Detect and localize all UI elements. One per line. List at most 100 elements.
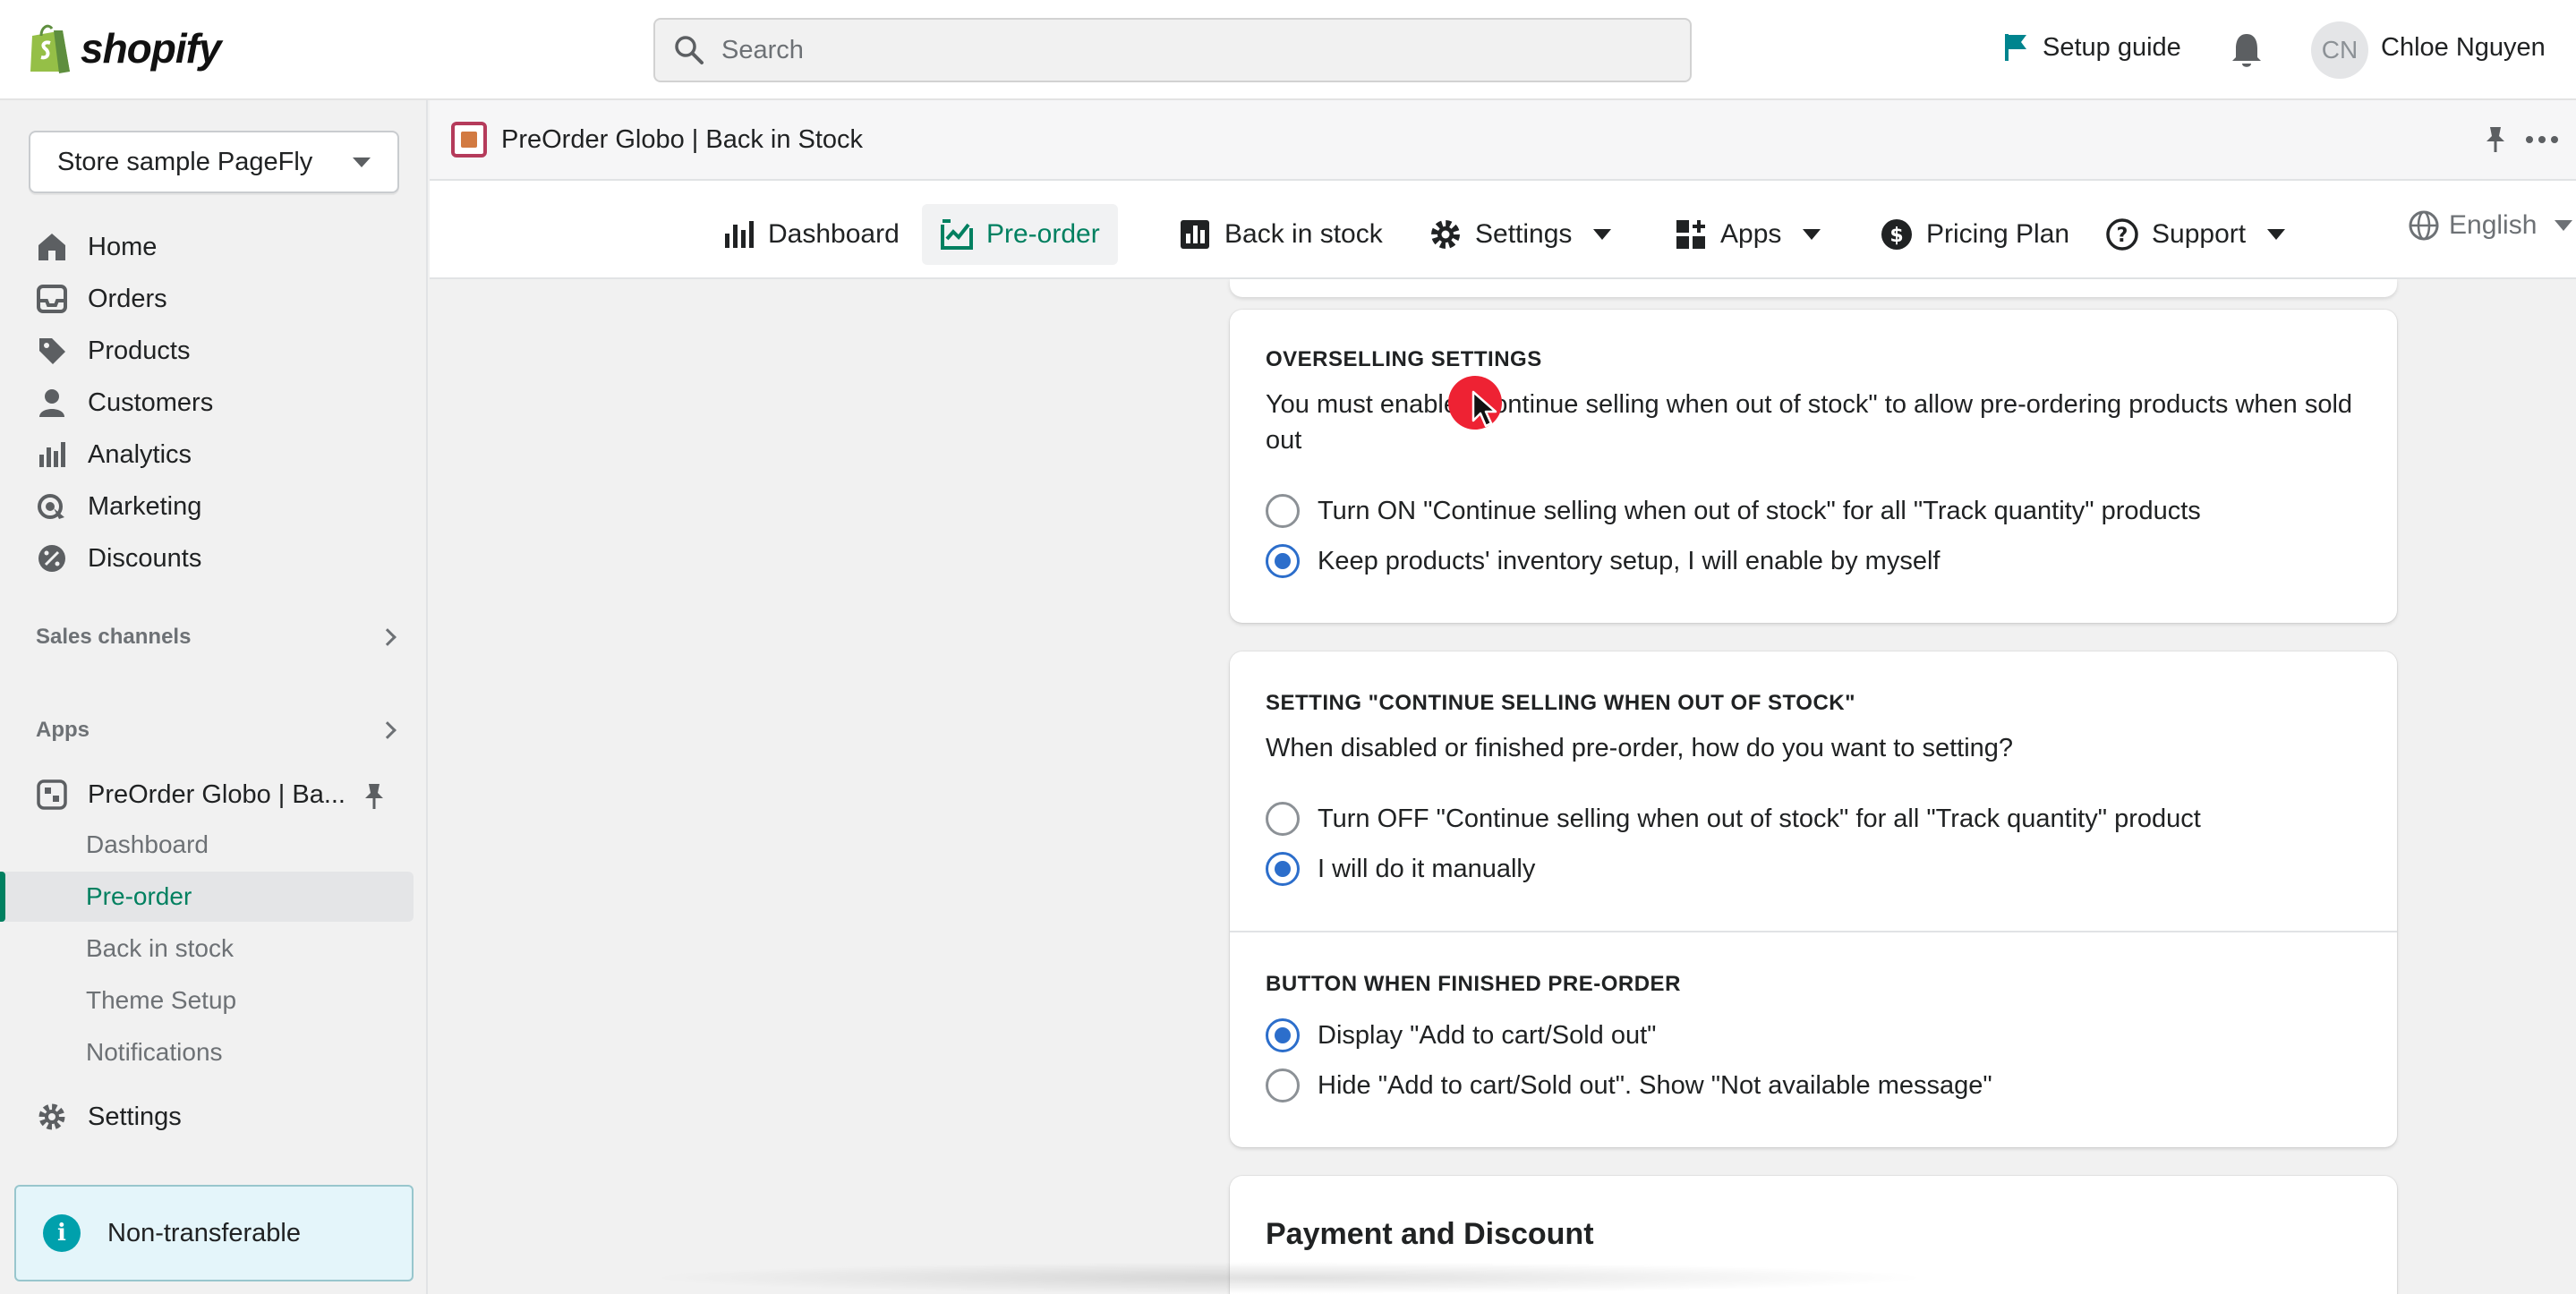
overselling-option-turn-on[interactable]: Turn ON "Continue selling when out of st…	[1266, 494, 2201, 528]
dollar-icon: $	[1881, 219, 1912, 250]
avatar[interactable]: CN	[2311, 21, 2368, 79]
sidebar-subitem-notifications[interactable]: Notifications	[86, 1038, 223, 1067]
sales-channels-header[interactable]: Sales channels	[36, 625, 397, 650]
setup-guide-button[interactable]: Setup guide	[2003, 32, 2181, 63]
pin-icon[interactable]	[362, 782, 387, 811]
language-label: English	[2449, 210, 2538, 240]
caret-down-icon	[1593, 229, 1612, 240]
caret-down-icon	[2555, 220, 2573, 231]
radio-button[interactable]	[1266, 802, 1300, 836]
tab-label: Apps	[1720, 219, 1782, 249]
continue-selling-option-turn-off[interactable]: Turn OFF "Continue selling when out of s…	[1266, 802, 2201, 836]
app-title: PreOrder Globo | Back in Stock	[501, 125, 864, 154]
language-selector[interactable]: English	[2408, 209, 2573, 242]
sidebar-item-products[interactable]: Products	[36, 326, 190, 376]
sidebar-item-label: Home	[88, 232, 158, 261]
sidebar-subitem-pre-order[interactable]: Pre-order	[86, 882, 192, 911]
sidebar-item-label: Discounts	[88, 543, 202, 573]
sidebar-subitem-dashboard[interactable]: Dashboard	[86, 830, 209, 859]
non-transferable-notice[interactable]: i Non-transferable	[14, 1185, 414, 1281]
more-actions-icon[interactable]	[2515, 123, 2569, 156]
sidebar-app-preorder-globo[interactable]: PreOrder Globo | Ba...	[36, 770, 394, 820]
bell-icon[interactable]	[2229, 30, 2265, 70]
info-icon: i	[43, 1214, 81, 1252]
radio-button[interactable]	[1266, 1068, 1300, 1102]
pin-icon[interactable]	[2479, 123, 2512, 156]
tab-pricing-plan[interactable]: $ Pricing Plan	[1862, 204, 2087, 265]
continue-selling-option-manual[interactable]: I will do it manually	[1266, 852, 1535, 886]
store-selector[interactable]: Store sample PageFly	[29, 131, 399, 193]
radio-button[interactable]	[1266, 494, 1300, 528]
sidebar-item-discounts[interactable]: Discounts	[36, 533, 201, 583]
apps-header[interactable]: Apps	[36, 718, 397, 743]
target-icon	[38, 494, 64, 519]
home-icon	[38, 234, 65, 260]
apps-label: Apps	[36, 718, 90, 742]
radio-button-selected[interactable]	[1266, 1018, 1300, 1052]
radio-button-selected[interactable]	[1266, 852, 1300, 886]
button-finished-option-hide[interactable]: Hide "Add to cart/Sold out". Show "Not a…	[1266, 1068, 1992, 1102]
chevron-right-icon	[379, 628, 397, 646]
sidebar: Store sample PageFly Home Orders Product…	[0, 100, 428, 1294]
app-header: PreOrder Globo | Back in Stock	[430, 100, 2576, 181]
preorder-icon	[941, 219, 973, 250]
sidebar-item-home[interactable]: Home	[36, 222, 157, 272]
apps-icon	[1676, 220, 1705, 249]
radio-label: Keep products' inventory setup, I will e…	[1318, 546, 1941, 575]
sidebar-app-label: PreOrder Globo | Ba...	[88, 779, 345, 809]
tab-settings[interactable]: Settings	[1411, 204, 1629, 265]
top-bar: shopify Setup guide CN Chloe Nguyen	[0, 0, 2576, 100]
search-icon	[675, 36, 704, 64]
bar-chart-icon	[39, 442, 65, 467]
tab-support[interactable]: ? Support	[2087, 204, 2303, 265]
tab-back-in-stock[interactable]: Back in stock	[1160, 204, 1401, 265]
cursor-pointer-icon	[1471, 390, 1497, 428]
shopify-logo[interactable]: shopify	[27, 21, 222, 75]
tab-dashboard[interactable]: Dashboard	[704, 204, 917, 265]
sidebar-item-label: Marketing	[88, 491, 202, 521]
radio-label: Turn OFF "Continue selling when out of s…	[1318, 804, 2201, 833]
svg-text:?: ?	[2117, 225, 2128, 247]
overselling-settings-card: OVERSELLING SETTINGS You must enable "Co…	[1230, 310, 2397, 623]
store-name: Store sample PageFly	[57, 147, 313, 176]
sidebar-subitem-theme-setup[interactable]: Theme Setup	[86, 986, 236, 1015]
overselling-option-keep-setup[interactable]: Keep products' inventory setup, I will e…	[1266, 544, 1940, 578]
chart-box-icon	[1181, 220, 1209, 249]
sidebar-item-orders[interactable]: Orders	[36, 274, 167, 324]
tab-pre-order[interactable]: Pre-order	[922, 204, 1118, 265]
sidebar-item-analytics[interactable]: Analytics	[36, 430, 192, 480]
tab-label: Settings	[1475, 219, 1573, 249]
app-icon	[37, 779, 67, 810]
sidebar-item-customers[interactable]: Customers	[36, 378, 213, 428]
radio-label: Hide "Add to cart/Sold out". Show "Not a…	[1318, 1070, 1992, 1100]
section-divider	[1230, 931, 2397, 932]
sidebar-item-label: Products	[88, 336, 191, 365]
radio-label: I will do it manually	[1318, 854, 1536, 883]
search-bar[interactable]	[653, 18, 1692, 82]
caret-down-icon	[1803, 229, 1821, 240]
user-name[interactable]: Chloe Nguyen	[2381, 33, 2546, 63]
sidebar-item-settings[interactable]: Settings	[36, 1092, 182, 1142]
button-finished-option-display[interactable]: Display "Add to cart/Sold out"	[1266, 1018, 1656, 1052]
scroll-shadow	[644, 1262, 1933, 1294]
setup-guide-label: Setup guide	[2043, 32, 2181, 62]
sidebar-item-label: Customers	[88, 387, 214, 417]
continue-selling-card: SETTING "CONTINUE SELLING WHEN OUT OF ST…	[1230, 651, 2397, 1147]
search-input[interactable]	[721, 35, 1616, 65]
avatar-initials: CN	[2321, 36, 2358, 64]
overselling-description: You must enable "Continue selling when o…	[1266, 390, 2353, 455]
tab-apps[interactable]: Apps	[1656, 204, 1838, 265]
caret-down-icon	[2267, 229, 2286, 240]
sidebar-item-marketing[interactable]: Marketing	[36, 481, 201, 532]
tab-label: Dashboard	[768, 219, 900, 249]
radio-button-selected[interactable]	[1266, 544, 1300, 578]
active-item-indicator	[0, 872, 5, 922]
shopify-bag-icon	[30, 24, 70, 73]
tab-label: Support	[2152, 219, 2247, 249]
flag-icon	[2005, 34, 2026, 61]
sidebar-subitem-back-in-stock[interactable]: Back in stock	[86, 934, 234, 963]
sales-channels-label: Sales channels	[36, 625, 192, 649]
app-navigation: Dashboard Pre-order Back in stock Settin…	[430, 181, 2576, 279]
continue-selling-description: When disabled or finished pre-order, how…	[1266, 734, 2014, 762]
non-transferable-label: Non-transferable	[107, 1218, 301, 1247]
